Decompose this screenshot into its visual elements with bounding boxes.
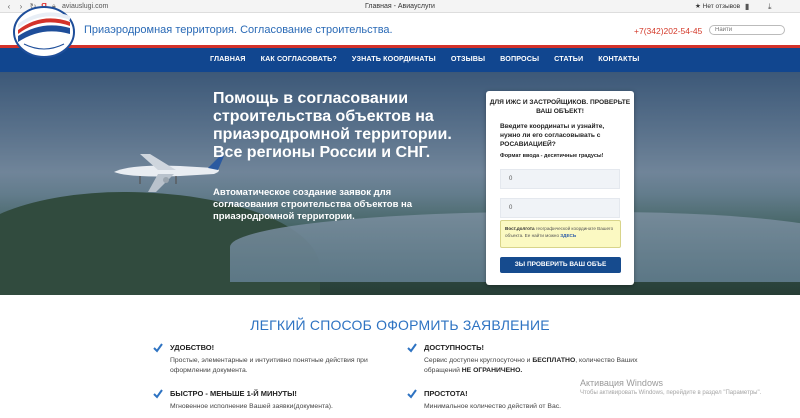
feature-text: Сервис доступен круглосуточно и (424, 357, 533, 364)
form-heading: ДЛЯ ИЖС И ЗАСТРОЙЩИКОВ. ПРОВЕРЬТЕ ВАШ ОБ… (489, 99, 631, 115)
feature-speed: БЫСТРО - МЕНЬШЕ 1-Й МИНУТЫ! Мгновенное и… (153, 389, 393, 417)
feature-description: Сервис доступен круглосуточно и БЕСПЛАТН… (424, 356, 644, 376)
coordinate-hint: Вост.долгота географической координате В… (500, 220, 621, 248)
download-icon[interactable]: ⤓ (768, 1, 772, 12)
tab-title: Главная - Авиауслуги (365, 3, 435, 10)
nav-item-reviews[interactable]: ОТЗЫВЫ (451, 54, 485, 63)
feature-title: ДОСТУПНОСТЬ! (424, 343, 484, 352)
hint-bold: Вост.долгота (505, 226, 535, 231)
latitude-input[interactable]: 0 (500, 169, 620, 189)
airplane-icon (114, 154, 224, 192)
check-icon (407, 389, 417, 399)
feature-title: ПРОСТОТА! (424, 389, 468, 398)
form-description: Введите координаты и узнайте, нужно ли е… (500, 123, 605, 148)
site-title: Приаэродромная территория. Согласование … (84, 24, 393, 36)
feature-availability: ДОСТУПНОСТЬ! Сервис доступен круглосуточ… (407, 343, 647, 383)
reviews-button[interactable]: ★ Нет отзывов (695, 2, 740, 11)
logo-icon[interactable] (12, 4, 76, 59)
bookmark-icon[interactable]: ▮ (745, 1, 749, 12)
windows-activation-title: Активация Windows (580, 378, 663, 388)
reviews-label: Нет отзывов (702, 3, 741, 10)
section-title: ЛЕГКИЙ СПОСОБ ОФОРМИТЬ ЗАЯВЛЕНИЕ (250, 317, 550, 333)
nav-menu: ГЛАВНАЯ КАК СОГЛАСОВАТЬ? УЗНАТЬ КООРДИНА… (210, 54, 654, 63)
feature-description: Мгновенное исполнение Вашей заявки(докум… (170, 403, 333, 410)
feature-description: Минимальное количество действий от Вас. (424, 403, 562, 410)
longitude-input[interactable]: 0 (500, 198, 620, 218)
nav-item-home[interactable]: ГЛАВНАЯ (210, 54, 246, 63)
feature-convenience: УДОБСТВО! Простые, элементарные и интуит… (153, 343, 393, 383)
feature-description: Простые, элементарные и интуитивно понят… (170, 357, 368, 374)
feature-unlimited: НЕ ОГРАНИЧЕНО. (461, 367, 523, 374)
windows-activation-subtitle: Чтобы активировать Windows, перейдите в … (580, 390, 762, 396)
nav-item-how-to[interactable]: КАК СОГЛАСОВАТЬ? (261, 54, 337, 63)
nav-item-coordinates[interactable]: УЗНАТЬ КООРДИНАТЫ (352, 54, 436, 63)
check-icon (153, 389, 163, 399)
hint-here-link[interactable]: ЗДЕСЬ (560, 233, 576, 238)
browser-toolbar: ‹ › ↻ Я 🔒︎ aviauslugi.com Главная - Авиа… (0, 0, 800, 13)
nav-item-articles[interactable]: СТАТЬИ (554, 54, 583, 63)
hero-subtitle: Автоматическое создание заявок для согла… (213, 187, 413, 222)
coordinate-check-form: ДЛЯ ИЖС И ЗАСТРОЙЩИКОВ. ПРОВЕРЬТЕ ВАШ ОБ… (486, 91, 634, 285)
check-object-button[interactable]: ЗЫ ПРОВЕРИТЬ ВАШ ОБЪЕ (500, 257, 621, 273)
phone-number[interactable]: +7(342)202-54-45 (634, 26, 702, 36)
hero-banner: Помощь в согласовании строительства объе… (0, 72, 800, 295)
feature-title: БЫСТРО - МЕНЬШЕ 1-Й МИНУТЫ! (170, 389, 297, 398)
form-format-note: Формат ввода - десятичные градусы! (500, 153, 604, 159)
feature-title: УДОБСТВО! (170, 343, 215, 352)
main-navbar: ГЛАВНАЯ КАК СОГЛАСОВАТЬ? УЗНАТЬ КООРДИНА… (0, 45, 800, 72)
nav-item-questions[interactable]: ВОПРОСЫ (500, 54, 539, 63)
search-input[interactable] (709, 25, 785, 35)
feature-free: БЕСПЛАТНО (532, 357, 576, 364)
check-icon (153, 343, 163, 353)
nav-item-contacts[interactable]: КОНТАКТЫ (598, 54, 639, 63)
navbar-accent-stripe (0, 45, 800, 48)
check-icon (407, 343, 417, 353)
hero-title: Помощь в согласовании строительства объе… (213, 90, 452, 161)
